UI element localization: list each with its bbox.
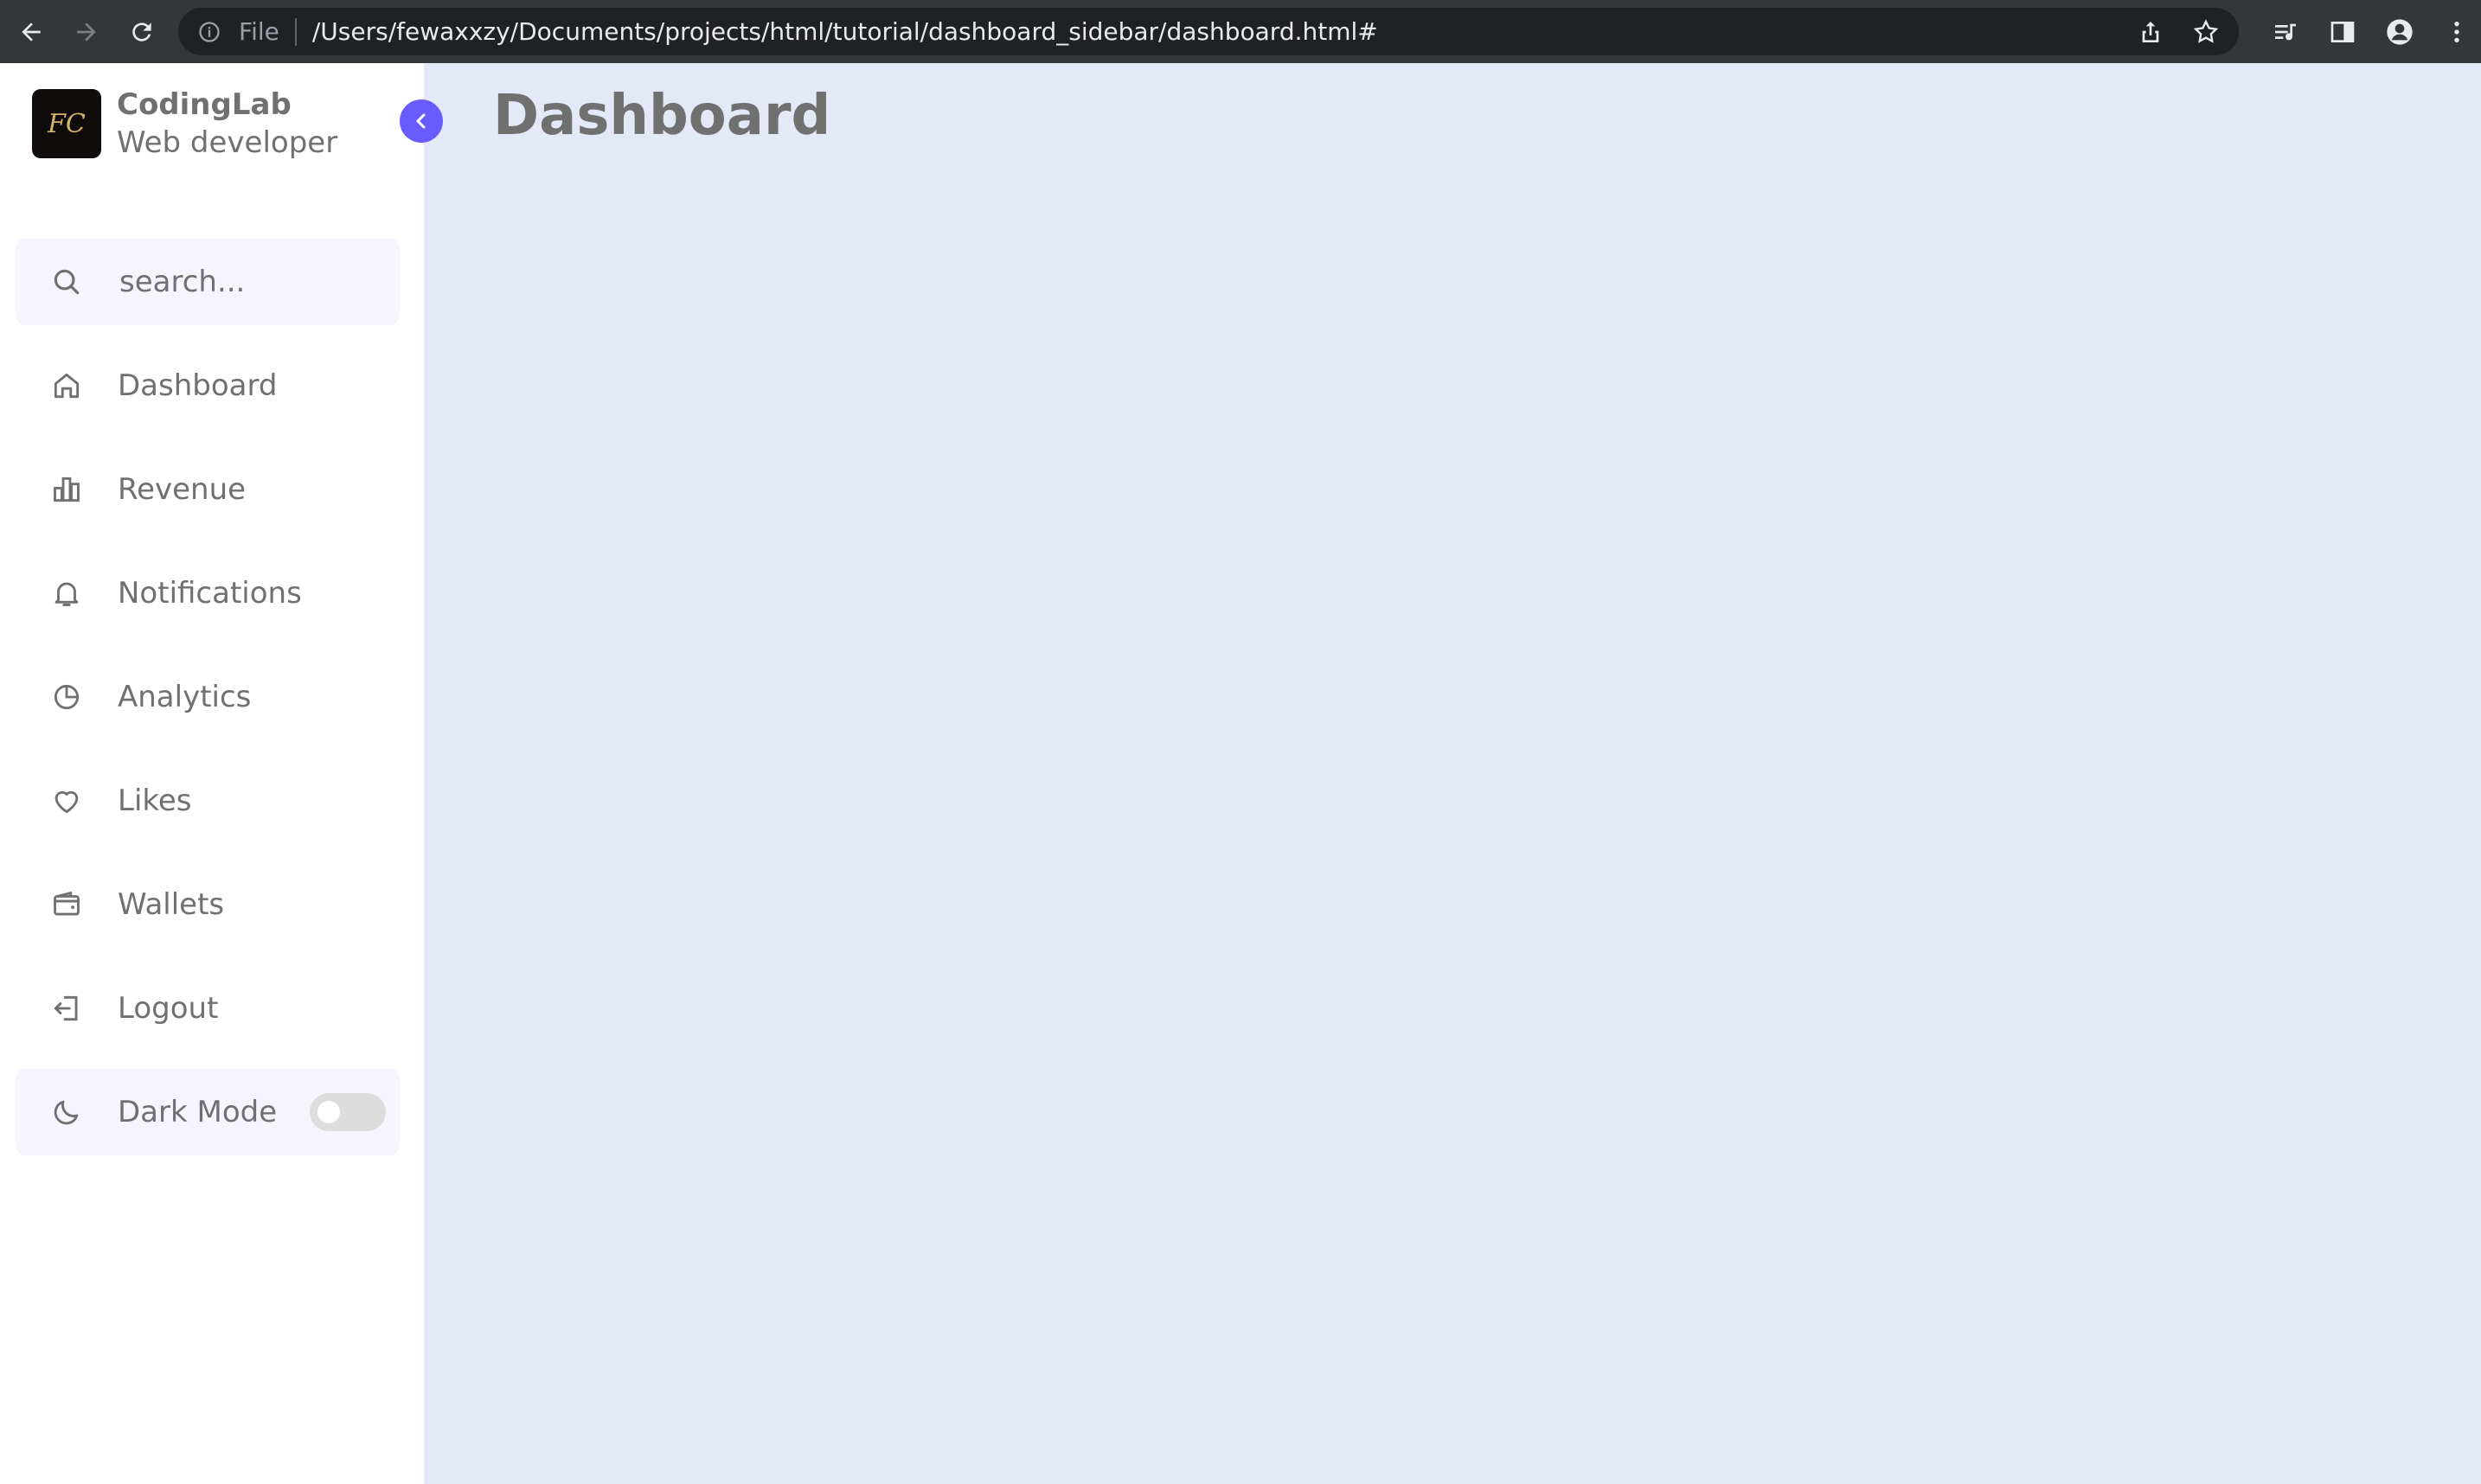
sidebar-item-analytics[interactable]: Analytics bbox=[16, 654, 400, 740]
pie-chart-icon bbox=[16, 681, 118, 713]
arrow-right-icon bbox=[77, 22, 96, 42]
share-icon[interactable] bbox=[2135, 16, 2166, 48]
media-control-icon[interactable] bbox=[2270, 16, 2301, 48]
sidebar-item-revenue[interactable]: Revenue bbox=[16, 446, 400, 533]
logout-icon bbox=[16, 992, 118, 1025]
chevron-left-icon bbox=[416, 113, 426, 129]
moon-icon bbox=[16, 1096, 118, 1129]
sidebar-item-label: Notifications bbox=[118, 576, 302, 611]
star-icon[interactable] bbox=[2190, 16, 2221, 48]
brand-name: CodingLab bbox=[117, 87, 292, 122]
main-content: Dashboard bbox=[424, 63, 2481, 1484]
dark-mode-row[interactable]: Dark Mode bbox=[16, 1069, 400, 1155]
toggle-knob bbox=[317, 1101, 340, 1123]
sidebar-item-label: Logout bbox=[118, 991, 219, 1026]
url-text[interactable]: /Users/fewaxxzy/Documents/projects/html/… bbox=[312, 17, 1378, 46]
dark-mode-label: Dark Mode bbox=[118, 1095, 278, 1129]
reload-icon bbox=[132, 22, 151, 42]
reload-button[interactable] bbox=[118, 8, 166, 56]
bell-icon bbox=[16, 577, 118, 610]
bar-chart-icon bbox=[16, 473, 118, 506]
brand: FC CodingLab Web developer bbox=[32, 86, 337, 162]
search-input[interactable] bbox=[118, 264, 381, 300]
search-box[interactable] bbox=[16, 239, 400, 325]
sidebar-item-dashboard[interactable]: Dashboard bbox=[16, 342, 400, 429]
sidebar-item-likes[interactable]: Likes bbox=[16, 758, 400, 844]
home-icon bbox=[16, 369, 118, 402]
sidebar-item-label: Dashboard bbox=[118, 368, 278, 403]
dark-mode-toggle[interactable] bbox=[310, 1093, 386, 1131]
separator bbox=[294, 17, 297, 46]
sidebar-toggle-button[interactable] bbox=[400, 99, 443, 143]
side-panel-icon[interactable] bbox=[2327, 16, 2358, 48]
forward-button[interactable] bbox=[62, 8, 111, 56]
search-icon bbox=[16, 265, 118, 298]
file-label: File bbox=[239, 17, 279, 46]
brand-role: Web developer bbox=[117, 125, 338, 160]
sidebar-item-label: Wallets bbox=[118, 887, 225, 922]
profile-icon[interactable] bbox=[2384, 16, 2415, 48]
arrow-left-icon bbox=[22, 22, 41, 42]
logo: FC bbox=[32, 89, 101, 158]
page-title: Dashboard bbox=[493, 84, 831, 148]
address-bar[interactable]: File /Users/fewaxxzy/Documents/projects/… bbox=[178, 8, 2239, 55]
back-button[interactable] bbox=[7, 8, 55, 56]
sidebar-item-label: Analytics bbox=[118, 680, 252, 714]
sidebar-item-notifications[interactable]: Notifications bbox=[16, 550, 400, 636]
wallet-icon bbox=[16, 888, 118, 921]
browser-toolbar: File /Users/fewaxxzy/Documents/projects/… bbox=[0, 0, 2481, 63]
more-menu-icon[interactable] bbox=[2441, 16, 2472, 48]
sidebar-item-label: Likes bbox=[118, 784, 192, 818]
sidebar-item-wallets[interactable]: Wallets bbox=[16, 861, 400, 948]
sidebar-item-logout[interactable]: Logout bbox=[16, 965, 400, 1052]
sidebar: FC CodingLab Web developer Dashboard Rev… bbox=[0, 63, 443, 1484]
menu-list: Dashboard Revenue Notifications Analytic… bbox=[16, 342, 400, 1069]
heart-icon bbox=[16, 784, 118, 817]
sidebar-item-label: Revenue bbox=[118, 472, 247, 507]
info-icon[interactable] bbox=[196, 18, 223, 46]
